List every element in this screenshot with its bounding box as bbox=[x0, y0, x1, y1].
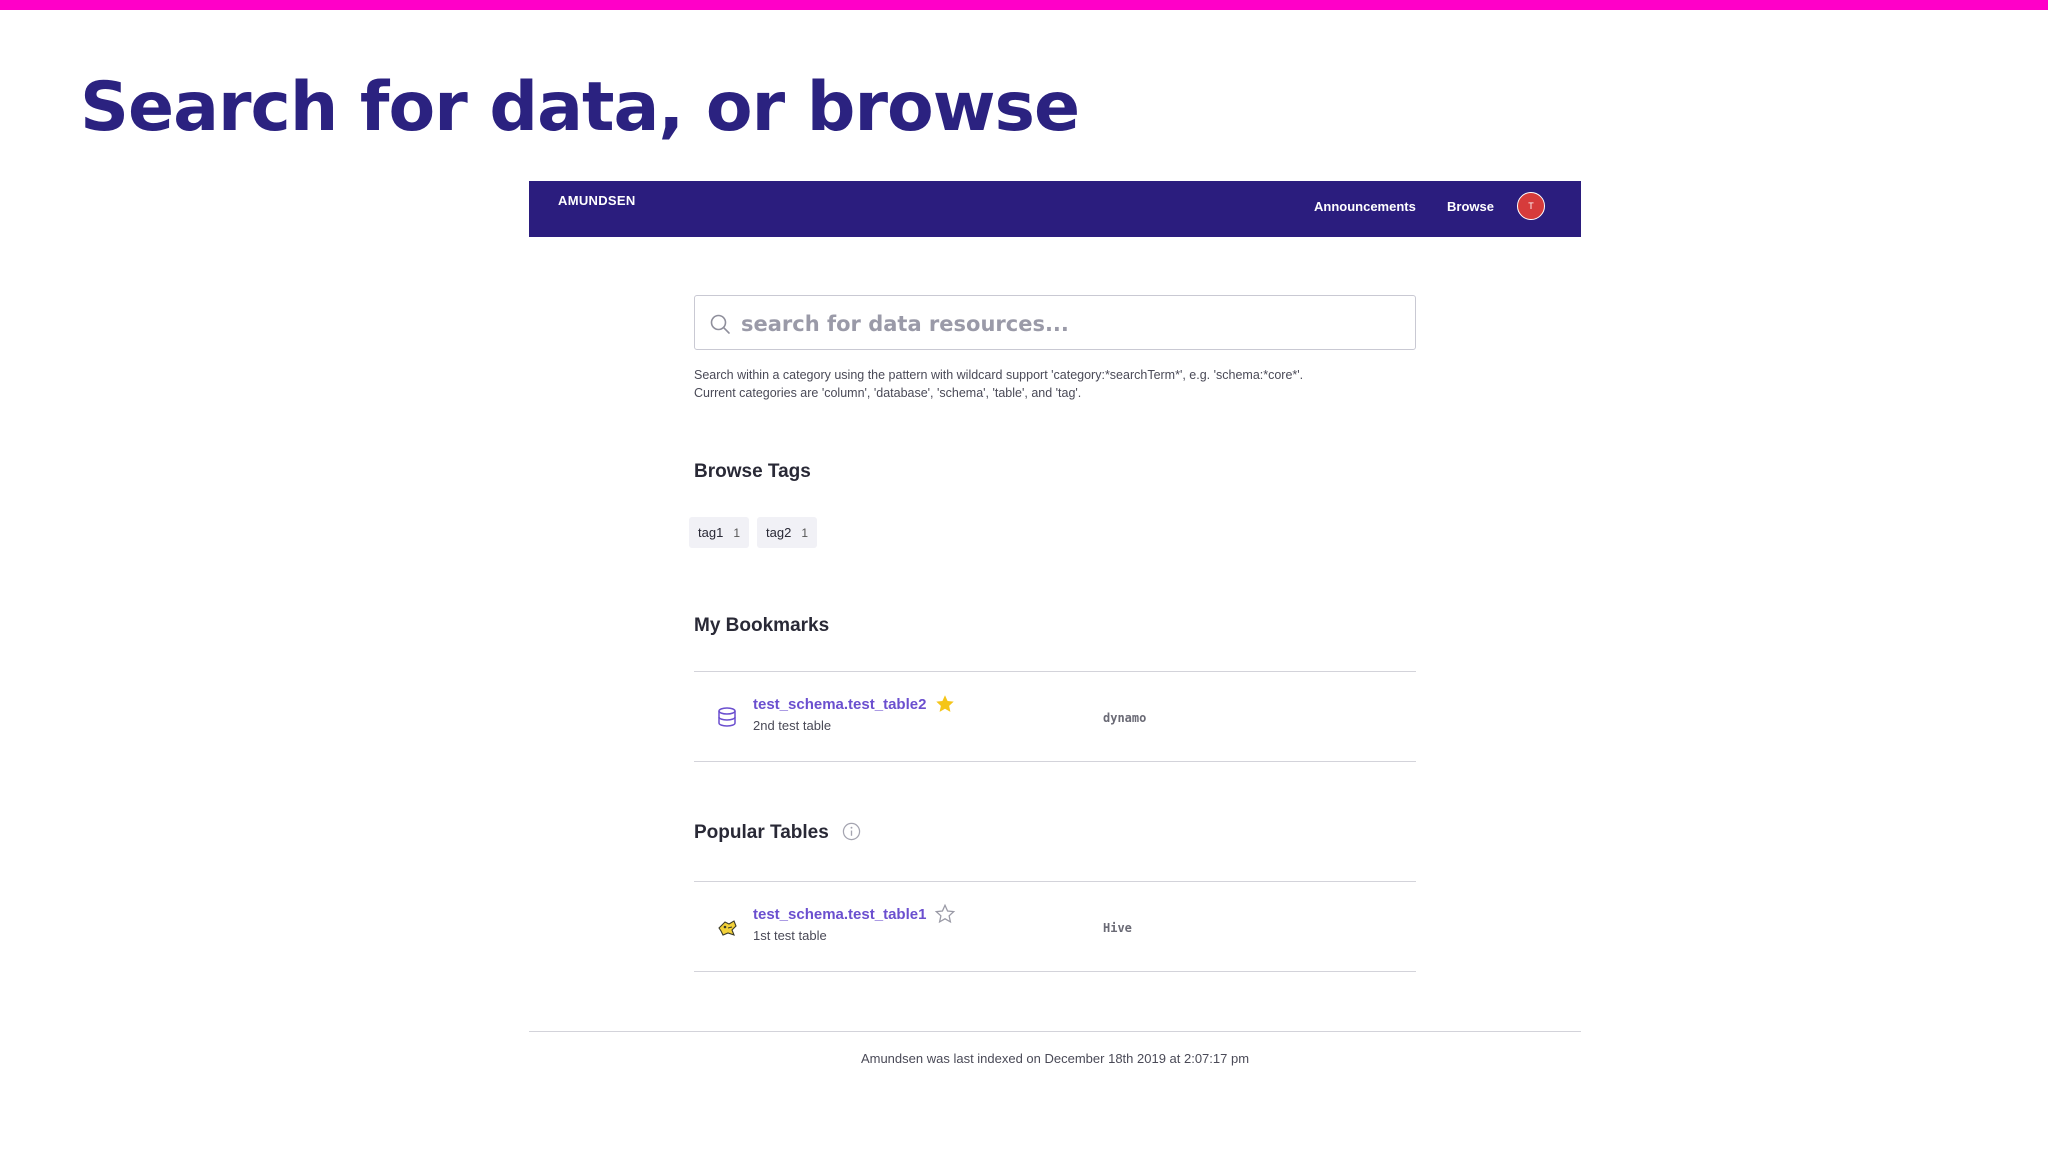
navbar: AMUNDSEN Announcements Browse T bbox=[529, 181, 1581, 237]
table-description: 1st test table bbox=[753, 928, 827, 943]
avatar[interactable]: T bbox=[1517, 192, 1545, 220]
divider bbox=[694, 971, 1416, 972]
avatar-initial: T bbox=[1528, 201, 1534, 211]
table-name-link[interactable]: test_schema.test_table2 bbox=[753, 696, 926, 713]
search-hint: Search within a category using the patte… bbox=[694, 366, 1416, 402]
tag-list: tag1 1 tag2 1 bbox=[689, 517, 817, 548]
tag-count: 1 bbox=[733, 525, 740, 540]
table-source: dynamo bbox=[1103, 711, 1147, 725]
footer-last-indexed: Amundsen was last indexed on December 18… bbox=[860, 1051, 1250, 1066]
tag-chip-tag2[interactable]: tag2 1 bbox=[757, 517, 817, 548]
search-hint-line-2: Current categories are 'column', 'databa… bbox=[694, 386, 1082, 400]
hive-icon bbox=[718, 920, 737, 936]
search-hint-line-1: Search within a category using the patte… bbox=[694, 368, 1304, 382]
search-box bbox=[694, 295, 1416, 350]
star-filled-icon[interactable] bbox=[934, 693, 956, 715]
database-icon bbox=[718, 707, 736, 727]
bookmarks-title: My Bookmarks bbox=[694, 615, 830, 636]
footer-divider bbox=[529, 1031, 1581, 1032]
brand-logo[interactable]: AMUNDSEN bbox=[558, 193, 636, 208]
star-outline-icon[interactable] bbox=[934, 903, 956, 925]
divider bbox=[694, 761, 1416, 762]
nav-announcements[interactable]: Announcements bbox=[1314, 199, 1416, 214]
nav-browse[interactable]: Browse bbox=[1447, 199, 1494, 214]
popular-tables-title: Popular Tables bbox=[694, 822, 829, 843]
popular-table-row[interactable]: test_schema.test_table1 1st test table H… bbox=[694, 882, 1416, 970]
info-icon[interactable] bbox=[842, 822, 861, 841]
search-input[interactable] bbox=[739, 304, 1403, 344]
tag-name: tag2 bbox=[766, 525, 792, 540]
table-description: 2nd test table bbox=[753, 718, 832, 733]
browse-tags-title: Browse Tags bbox=[694, 461, 811, 482]
tag-name: tag1 bbox=[698, 525, 724, 540]
amundsen-app: AMUNDSEN Announcements Browse T Search w… bbox=[529, 181, 1581, 1081]
bookmark-row[interactable]: test_schema.test_table2 2nd test table d… bbox=[694, 672, 1416, 760]
tag-count: 1 bbox=[801, 525, 808, 540]
accent-bar bbox=[0, 0, 2048, 10]
table-name-link[interactable]: test_schema.test_table1 bbox=[753, 906, 926, 923]
search-icon bbox=[710, 314, 730, 334]
table-source: Hive bbox=[1103, 921, 1132, 935]
tag-chip-tag1[interactable]: tag1 1 bbox=[689, 517, 749, 548]
slide-title: Search for data, or browse bbox=[80, 68, 1080, 147]
